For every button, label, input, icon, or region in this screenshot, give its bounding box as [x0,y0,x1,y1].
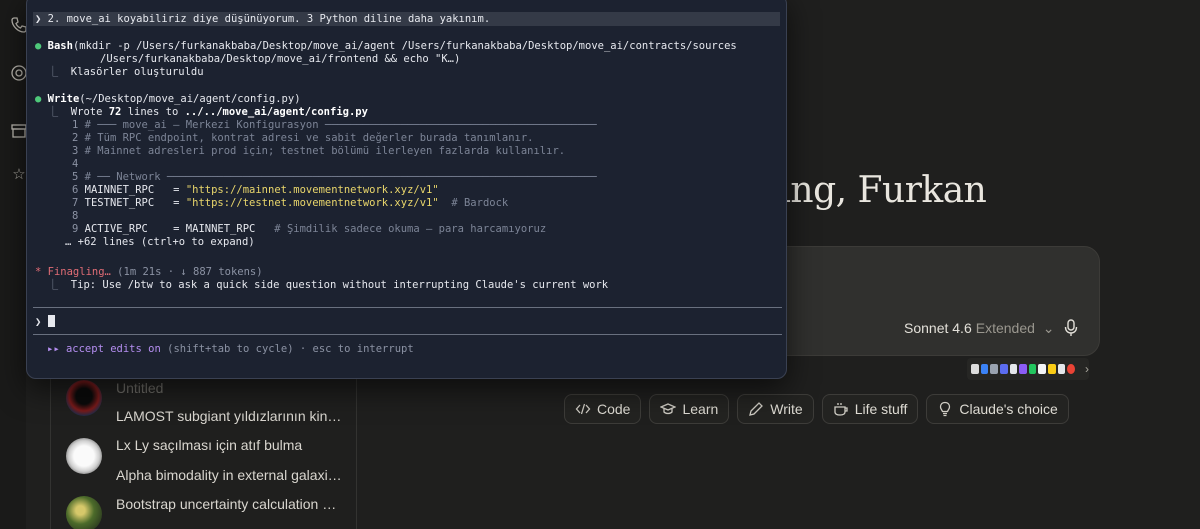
write-tool-name: Write [47,93,80,105]
model-mode: Extended [975,320,1035,336]
bash-tool-line: ● Bash(mkdir -p /Users/furkanakbaba/Desk… [35,40,737,52]
chip-label: Life stuff [854,401,908,417]
code-line: 9 ACTIVE_RPC = MAINNET_RPC # Şimdilik sa… [72,223,547,235]
wrote-summary: ⎿ Wrote 72 lines to ../../move_ai/agent/… [35,106,368,118]
write-tool-line: ● Write(~/Desktop/move_ai/agent/config.p… [35,93,301,105]
wrote-count: 72 [108,106,122,118]
bash-result-line: ⎿ Klasörler oluşturuldu [35,66,204,78]
extension-icon[interactable] [1028,364,1037,374]
bash-tool-name: Bash [47,40,73,52]
chip-claudes-choice[interactable]: Claude's choice [926,394,1069,424]
extension-icon[interactable] [971,364,979,374]
wrote-mid: lines to [121,106,185,118]
prompt-chips: Code Learn Write Life stuff Claude's cho… [564,394,1069,424]
write-path: (~/Desktop/move_ai/agent/config.py) [79,93,301,105]
graduation-cap-icon [660,403,677,415]
text-cursor [47,315,55,327]
extension-icon[interactable] [1038,364,1047,374]
recent-item[interactable]: Untitled [116,380,163,396]
footer-line: ▸▸ accept edits on (shift+tab to cycle) … [47,343,414,356]
chip-label: Claude's choice [959,401,1058,417]
code-line: 4 [72,158,79,170]
code-line: 6 MAINNET_RPC = "https://mainnet.movemen… [72,184,439,196]
extension-icon[interactable] [1009,364,1018,374]
code-line: 1 # ─── move_ai — Merkezi Konfigurasyon … [72,119,597,131]
model-selector[interactable]: Sonnet 4.6 Extended ⌄ [904,320,1055,337]
model-name: Sonnet 4.6 [904,320,972,336]
code-line: 5 # ── Network ─────────────────────────… [72,171,597,183]
extension-icon[interactable] [1057,364,1066,374]
extension-icon[interactable] [980,364,989,374]
user-prompt: ❯ 2. move_ai koyabiliriz diye düşünüyoru… [35,13,491,25]
input-divider-top [33,307,782,308]
bash-command-cont: /Users/furkanakbaba/Desktop/move_ai/fron… [100,53,461,65]
chip-life-stuff[interactable]: Life stuff [821,394,919,424]
chevron-down-icon: ⌄ [1038,320,1055,336]
microphone-icon[interactable] [1063,319,1079,337]
coffee-icon [834,403,848,416]
chrome-icon[interactable] [1067,364,1076,374]
wrote-prefix: Wrote [70,106,109,118]
chip-code[interactable]: Code [564,394,642,424]
avatar [66,380,102,416]
tip-line: ⎿ Tip: Use /btw to ask a quick side ques… [35,279,609,291]
status-detail: (1m 21s · ↓ 887 tokens) [110,266,263,278]
footer-hint: (shift+tab to cycle) · esc to interrupt [160,343,414,355]
accept-edits-mode[interactable]: ▸▸ accept edits on [47,343,161,355]
expand-more-lines[interactable]: … +62 lines (ctrl+o to expand) [65,236,255,249]
chip-label: Code [597,401,631,417]
bash-result: Klasörler oluşturuldu [70,66,204,78]
extensions-bar: › [967,358,1089,380]
recent-item[interactable]: LAMOST subgiant yıldızlarının kin… [116,408,341,424]
input-divider-bottom [33,334,782,335]
lightbulb-icon [940,401,951,417]
extension-icon[interactable] [1019,364,1027,374]
tip-text: Tip: Use /btw to ask a quick side questi… [70,279,609,291]
recent-item[interactable]: Bootstrap uncertainty calculation … [116,496,336,512]
input-prompt: ❯ [35,316,42,328]
extension-icon[interactable] [990,364,998,374]
status-label: * Finagling… [35,266,111,278]
pen-icon [749,402,764,416]
code-line: 3 # Mainnet adresleri prod için; testnet… [72,145,566,157]
chip-label: Learn [682,401,719,417]
recent-item[interactable]: Lx Ly saçılması için atıf bulma [116,437,302,453]
extension-icon[interactable] [999,364,1008,374]
terminal-window[interactable]: ❯ 2. move_ai koyabiliriz diye düşünüyoru… [26,0,787,379]
code-line: 7 TESTNET_RPC = "https://testnet.movemen… [72,197,509,209]
recent-item[interactable]: Alpha bimodality in external galaxi… [116,467,342,483]
code-icon [575,403,591,415]
wrote-file: ../../move_ai/agent/config.py [184,106,368,118]
avatar [66,496,102,529]
status-line: * Finagling… (1m 21s · ↓ 887 tokens) [35,266,263,279]
chevron-right-icon[interactable]: › [1085,362,1089,376]
extension-icon[interactable] [1048,364,1056,374]
chip-write[interactable]: Write [737,394,814,424]
input-line[interactable]: ❯ [35,315,55,329]
bash-command: (mkdir -p /Users/furkanakbaba/Desktop/mo… [72,40,737,52]
code-line: 8 [72,210,79,222]
chip-label: Write [770,401,803,417]
chip-learn[interactable]: Learn [649,394,730,424]
code-line: 2 # Tüm RPC endpoint, kontrat adresi ve … [72,132,534,144]
avatar [66,438,102,474]
